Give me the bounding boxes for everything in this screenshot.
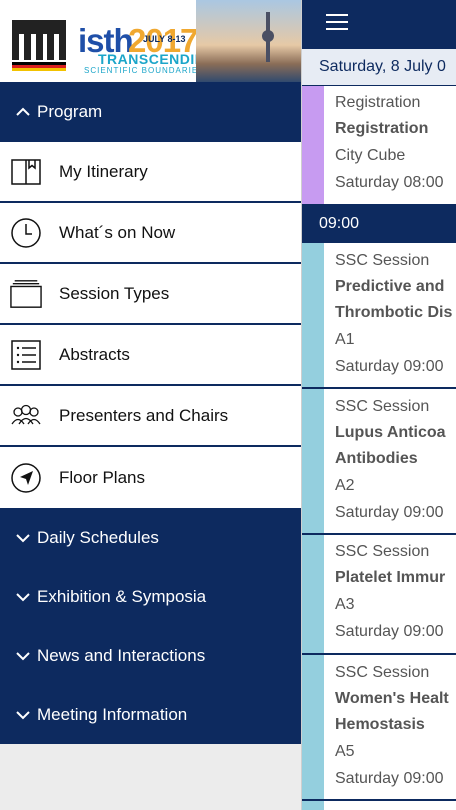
drawer-empty-area [0,744,301,810]
session-time: Saturday 09:00 [335,770,444,787]
section-label: Exhibition & Symposia [37,586,207,606]
chevron-down-icon [16,651,30,660]
section-label: News and Interactions [37,645,206,665]
session-color-strip [302,801,324,810]
navigation-drawer: isth 2017 JULY 8-13 TRANSCENDING SCIENTI… [0,0,301,810]
session-card[interactable]: SSC Session Women's Healt Hemostasis A5 … [302,655,456,801]
menu-item-floor-plans[interactable]: Floor Plans [0,447,301,508]
menu-item-label: Floor Plans [59,467,145,487]
session-color-strip [302,243,324,387]
book-icon [11,158,41,185]
menu-item-presenters-and-chairs[interactable]: Presenters and Chairs [0,386,301,447]
date-label: Saturday, 8 July 0 [319,58,446,75]
isth-2017-logo-banner: isth 2017 JULY 8-13 TRANSCENDING SCIENTI… [0,0,301,82]
berlin-skyline-image [196,0,301,82]
session-card[interactable] [302,801,456,810]
program-label: Program [37,102,103,121]
session-color-strip [302,535,324,653]
session-title: Platelet Immur [335,569,446,586]
session-color-strip [302,655,324,799]
section-daily-schedules[interactable]: Daily Schedules [0,508,301,567]
people-icon [11,404,41,424]
session-room: A1 [335,331,355,348]
hamburger-menu-icon[interactable] [326,13,348,31]
session-room: A5 [335,743,355,760]
session-title: Antibodies [335,450,418,467]
session-time: Saturday 09:00 [335,504,444,521]
session-color-strip [302,389,324,533]
brandenburg-gate-logo [12,20,66,72]
session-color-strip [302,86,324,204]
session-room: A3 [335,596,355,613]
session-title: Lupus Anticoa [335,424,446,441]
session-title: Registration [335,120,429,137]
session-card[interactable]: SSC Session Predictive and Thrombotic Di… [302,243,456,389]
date-header: Saturday, 8 July 0 [302,48,456,86]
menu-item-label: My Itinerary [59,161,148,181]
session-card[interactable]: Registration Registration City Cube Satu… [302,86,456,206]
section-exhibition-symposia[interactable]: Exhibition & Symposia [0,567,301,626]
session-title: Women's Healt [335,690,449,707]
session-type: SSC Session [335,543,430,560]
menu-item-abstracts[interactable]: Abstracts [0,325,301,386]
section-label: Daily Schedules [37,527,159,547]
menu-item-label: What´s on Now [59,222,176,242]
session-time: Saturday 08:00 [335,174,444,191]
section-label: Meeting Information [37,704,188,724]
session-title: Thrombotic Dis [335,304,453,321]
session-card[interactable]: SSC Session Platelet Immur A3 Saturday 0… [302,535,456,655]
menu-item-label: Presenters and Chairs [59,405,229,425]
time-label: 09:00 [319,215,360,232]
session-room: A2 [335,477,355,494]
session-title: Hemostasis [335,716,425,733]
menu-item-label: Session Types [59,283,170,303]
menu-item-whats-on-now[interactable]: What´s on Now [0,203,301,264]
chevron-down-icon [16,592,30,601]
menu-item-label: Abstracts [59,344,130,364]
session-type: SSC Session [335,664,430,681]
menu-item-session-types[interactable]: Session Types [0,264,301,325]
section-news-and-interactions[interactable]: News and Interactions [0,626,301,685]
top-bar [302,0,456,48]
time-header: 09:00 [302,205,456,243]
session-time: Saturday 09:00 [335,358,444,375]
session-card[interactable]: SSC Session Lupus Anticoa Antibodies A2 … [302,389,456,535]
menu-item-my-itinerary[interactable]: My Itinerary [0,142,301,203]
session-time: Saturday 09:00 [335,623,444,640]
stack-icon [10,279,42,308]
chevron-down-icon [16,710,30,719]
logo-subtagline: SCIENTIFIC BOUNDARIES [84,66,205,75]
session-type: SSC Session [335,398,430,415]
section-meeting-information[interactable]: Meeting Information [0,685,301,744]
clock-icon [11,217,41,248]
list-icon [11,339,41,370]
program-section-header[interactable]: Program [0,82,301,142]
session-type: SSC Session [335,252,430,269]
chevron-down-icon [16,533,30,542]
navigation-icon [11,462,41,493]
chevron-up-icon [16,107,30,116]
logo-dates-text: JULY 8-13 [143,34,186,44]
schedule-panel: Saturday, 8 July 0 Registration Registra… [301,0,456,810]
session-room: City Cube [335,147,406,164]
session-type: Registration [335,94,421,111]
session-title: Predictive and [335,278,445,295]
